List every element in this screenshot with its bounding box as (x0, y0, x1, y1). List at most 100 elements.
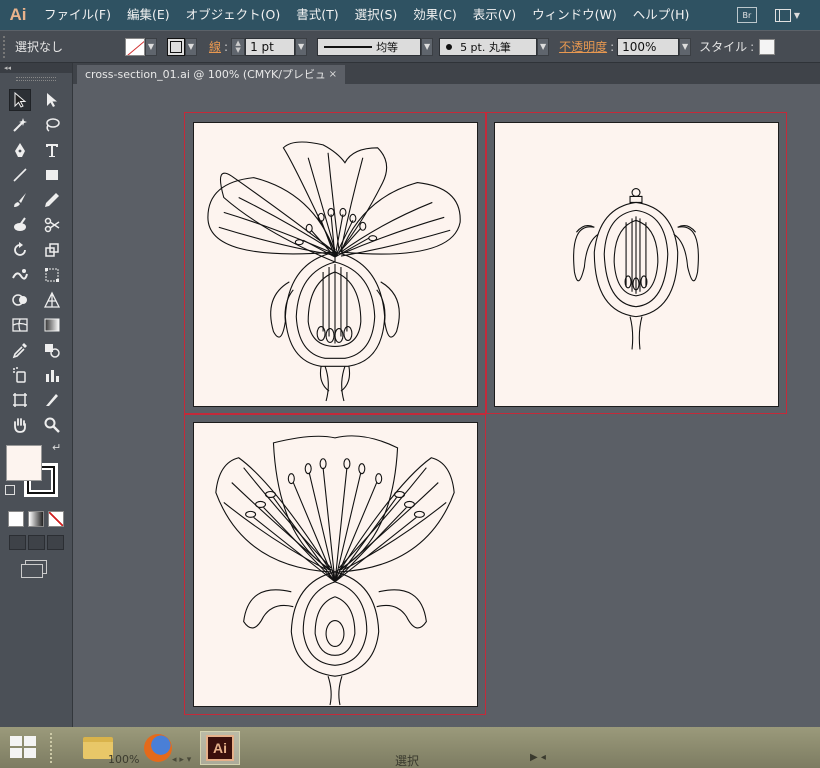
fill-dropdown[interactable]: ▼ (145, 37, 157, 56)
variable-width-profile[interactable]: 均等 (317, 37, 422, 56)
stroke-panel-link[interactable]: 線 (209, 38, 221, 55)
stroke-weight-field[interactable]: 1 pt (245, 37, 296, 56)
zoom-tool-icon[interactable] (41, 414, 63, 436)
colon: : (610, 39, 615, 54)
perspective-grid-tool-icon[interactable] (41, 289, 63, 311)
pencil-tool-icon[interactable] (41, 189, 63, 211)
menu-object[interactable]: オブジェクト(O) (178, 0, 289, 30)
blob-brush-tool-icon[interactable] (9, 214, 31, 236)
rectangle-tool-icon[interactable] (41, 164, 63, 186)
eyedropper-tool-icon[interactable] (9, 339, 31, 361)
stroke-weight-stepper[interactable]: ▲ ▼ (231, 37, 246, 56)
opacity-field[interactable]: 100% (617, 37, 680, 56)
fill-swatch[interactable] (6, 445, 42, 481)
chevron-down-icon: ▼ (793, 10, 800, 20)
menu-type[interactable]: 書式(T) (288, 0, 346, 30)
collapse-panel-button[interactable]: ◂◂ (0, 63, 72, 73)
selection-status: 選択なし (15, 40, 64, 54)
scissors-tool-icon[interactable] (41, 214, 63, 236)
brush-dot-icon (446, 43, 453, 50)
workspace-switcher[interactable]: ▼ (774, 8, 800, 22)
profile-dropdown[interactable]: ▼ (421, 37, 434, 56)
column-graph-tool-icon[interactable] (41, 364, 63, 386)
draw-behind-button[interactable] (27, 535, 45, 550)
bud-cross-section-illustration (573, 187, 699, 350)
illustrator-taskbar-icon[interactable]: Ai (200, 731, 240, 765)
direct-selection-tool-icon[interactable] (41, 89, 63, 111)
menu-edit[interactable]: 編集(E) (119, 0, 178, 30)
rotate-tool-icon[interactable] (9, 239, 31, 261)
symbol-sprayer-tool-icon[interactable] (9, 364, 31, 386)
flower-cross-section-illustration (207, 141, 461, 402)
document-tab[interactable]: cross-section_01.ai @ 100% (CMYK/プレビュー) … (77, 65, 345, 100)
warp-tool-icon[interactable] (9, 264, 31, 286)
profile-line-icon (324, 45, 373, 48)
bridge-button[interactable]: Br (736, 7, 757, 23)
slice-tool-icon[interactable] (41, 389, 63, 411)
close-icon[interactable]: × (329, 65, 337, 84)
selection-tool-icon[interactable] (9, 88, 31, 111)
scale-tool-icon[interactable] (41, 239, 63, 261)
fill-color-swatch[interactable] (125, 37, 145, 56)
screen-mode-button[interactable] (21, 560, 47, 578)
document-tab-bar: cross-section_01.ai @ 100% (CMYK/プレビュー) … (73, 63, 820, 100)
menu-window[interactable]: ウィンドウ(W) (524, 0, 625, 30)
gradient-tool-icon[interactable] (41, 314, 63, 336)
menu-select[interactable]: 選択(S) (347, 0, 406, 30)
swap-fill-stroke-icon[interactable]: ↵ (52, 441, 61, 454)
artboard-3[interactable] (193, 422, 478, 707)
default-fill-stroke-icon[interactable] (5, 485, 15, 495)
brush-definition[interactable]: 5 pt. 丸筆 (439, 37, 538, 56)
brush-dropdown[interactable]: ▼ (537, 37, 550, 56)
artboard-tool-icon[interactable] (9, 389, 31, 411)
panel-grip[interactable] (16, 77, 56, 81)
taskbar: Ai 100% ◂ ▸ ▾ 選択 ▶ ◂ (0, 727, 820, 768)
taskbar-separator (50, 733, 54, 763)
app-logo: Ai (9, 5, 27, 24)
gradient-mode-button[interactable] (28, 511, 44, 527)
stroke-weight-dropdown[interactable]: ▼ (295, 37, 308, 56)
opacity-dropdown[interactable]: ▼ (679, 37, 692, 56)
draw-inside-button[interactable] (46, 535, 64, 550)
colon: : (750, 39, 755, 54)
blend-tool-icon[interactable] (41, 339, 63, 361)
menu-view[interactable]: 表示(V) (465, 0, 524, 30)
paintbrush-tool-icon[interactable] (9, 189, 31, 211)
menu-effect[interactable]: 効果(C) (405, 0, 464, 30)
shape-builder-tool-icon[interactable] (9, 289, 31, 311)
status-menu-arrow[interactable]: ▶ ◂ (530, 752, 546, 763)
stroke-dropdown[interactable]: ▼ (185, 37, 197, 56)
magic-wand-tool-icon[interactable] (9, 114, 31, 136)
lasso-tool-icon[interactable] (41, 114, 63, 136)
menu-file[interactable]: ファイル(F) (36, 0, 119, 30)
menu-bar: Ai ファイル(F) 編集(E) オブジェクト(O) 書式(T) 選択(S) 効… (0, 0, 820, 30)
panel-grip[interactable] (3, 35, 9, 58)
style-label: スタイル (699, 40, 748, 54)
artboard-1[interactable] (193, 122, 478, 407)
tools-panel: ◂◂ ↵ (0, 63, 73, 727)
fill-stroke-swatches: ↵ (0, 441, 72, 509)
free-transform-tool-icon[interactable] (41, 264, 63, 286)
graphic-style-swatch[interactable] (759, 38, 776, 55)
hand-tool-icon[interactable] (9, 414, 31, 436)
zoom-level[interactable]: 100% (108, 753, 139, 766)
canvas[interactable] (74, 84, 820, 727)
menu-help[interactable]: ヘルプ(H) (625, 0, 698, 30)
mesh-tool-icon[interactable] (9, 314, 31, 336)
workspace-icon (774, 8, 791, 22)
document-tab-title: cross-section_01.ai @ 100% (CMYK/プレビュー) (85, 68, 326, 100)
brush-label: 5 pt. 丸筆 (460, 40, 511, 54)
type-tool-icon[interactable] (41, 139, 63, 161)
windows-start-button[interactable] (10, 736, 38, 760)
ai-logo: Ai (206, 735, 234, 761)
color-mode-button[interactable] (8, 511, 24, 527)
draw-normal-button[interactable] (8, 535, 26, 550)
pen-tool-icon[interactable] (9, 139, 31, 161)
artboard-navigation[interactable]: ◂ ▸ ▾ (172, 755, 191, 765)
line-tool-icon[interactable] (9, 164, 31, 186)
stroke-color-swatch[interactable] (167, 37, 185, 56)
artboard-2[interactable] (494, 122, 779, 407)
control-bar: 選択なし ▼ ▼ 線 : ▲ ▼ 1 pt ▼ 均等 ▼ 5 pt. 丸筆 ▼ 不… (0, 30, 820, 63)
none-mode-button[interactable] (48, 511, 64, 527)
opacity-panel-link[interactable]: 不透明度 (559, 38, 607, 55)
